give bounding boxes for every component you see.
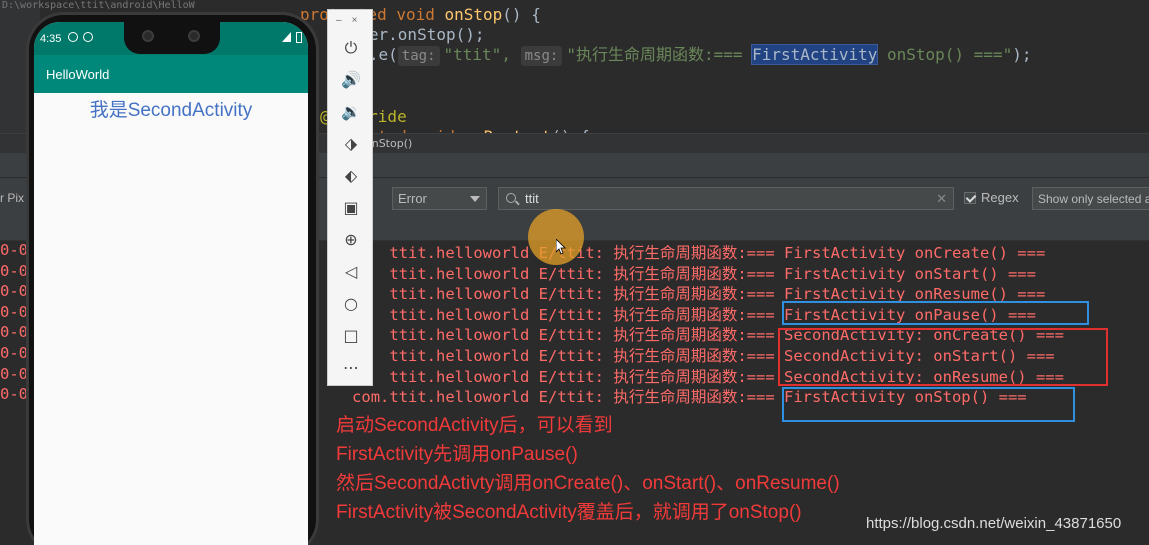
note-line: FirstActivity被SecondActivity覆盖后，就调用了onSt…: [336, 502, 802, 523]
rotate-right-icon[interactable]: ⬖: [341, 166, 361, 186]
window-controls: –×: [336, 15, 367, 26]
code-line-3: Log.e(tag:"ttit", msg:"执行生命周期函数:=== Firs…: [340, 44, 1032, 66]
checkbox-checked-icon: [964, 192, 976, 204]
camera-icon[interactable]: ▣: [341, 198, 361, 218]
annotation-notes: 启动SecondActivity后，可以看到 FirstActivity先调用o…: [336, 411, 840, 527]
phone-screen[interactable]: 4:35 HelloWorld 我是SecondActivity: [34, 22, 308, 545]
volume-down-icon[interactable]: 🔉: [341, 102, 361, 122]
activity-text: 我是SecondActivity: [89, 100, 253, 121]
annotation-box-second-activity: [778, 328, 1108, 386]
log-level-select[interactable]: Error: [392, 187, 487, 210]
close-button[interactable]: ×: [352, 15, 368, 26]
back-icon[interactable]: ◁: [341, 262, 361, 282]
watermark: https://blog.csdn.net/weixin_43871650: [866, 515, 1122, 532]
status-time: 4:35: [40, 33, 62, 45]
note-line: FirstActivity先调用onPause(): [336, 444, 578, 465]
overview-icon[interactable]: □: [341, 326, 361, 346]
more-icon[interactable]: ⋯: [341, 358, 361, 378]
emulator-toolbar: –× ⏻ 🔊 🔉 ⬗ ⬖ ▣ ⊕ ◁ ○ □ ⋯: [327, 9, 373, 386]
mouse-pointer-icon: [556, 239, 566, 255]
note-line: 启动SecondActivity后，可以看到: [336, 415, 613, 436]
app-bar: HelloWorld: [34, 55, 308, 93]
search-icon: [506, 193, 516, 203]
search-input[interactable]: ttit ✕: [498, 187, 954, 210]
clear-icon[interactable]: ✕: [936, 191, 947, 207]
camera-icon: [142, 30, 154, 42]
cursor-highlight: [528, 209, 584, 265]
chevron-down-icon: [470, 196, 480, 202]
annotation-box-onpause: [782, 301, 1089, 325]
power-icon[interactable]: ⏻: [341, 38, 361, 58]
show-only-selected-select[interactable]: Show only selected a: [1032, 187, 1149, 210]
param-hint-tag: tag:: [397, 46, 440, 66]
minimize-button[interactable]: –: [336, 15, 352, 26]
highlighted-word: FirstActivity: [751, 44, 879, 65]
param-hint-msg: msg:: [520, 46, 563, 66]
camera-notch: [124, 22, 220, 54]
camera-icon: [188, 30, 200, 42]
signal-icon: [282, 32, 291, 42]
volume-up-icon[interactable]: 🔊: [341, 70, 361, 90]
rotate-left-icon[interactable]: ⬗: [341, 134, 361, 154]
settings-status-icon: [68, 32, 78, 42]
app-title: HelloWorld: [46, 67, 110, 82]
zoom-icon[interactable]: ⊕: [341, 230, 361, 250]
home-icon[interactable]: ○: [341, 294, 361, 314]
screen-root: D:\workspace\ttit\android\HelloW protect…: [0, 0, 1149, 545]
regex-checkbox[interactable]: Regex: [964, 190, 1019, 205]
battery-icon: [296, 32, 302, 43]
sync-status-icon: [83, 32, 93, 42]
note-line: 然后SecondActivty调用onCreate()、onStart()、on…: [336, 473, 840, 494]
